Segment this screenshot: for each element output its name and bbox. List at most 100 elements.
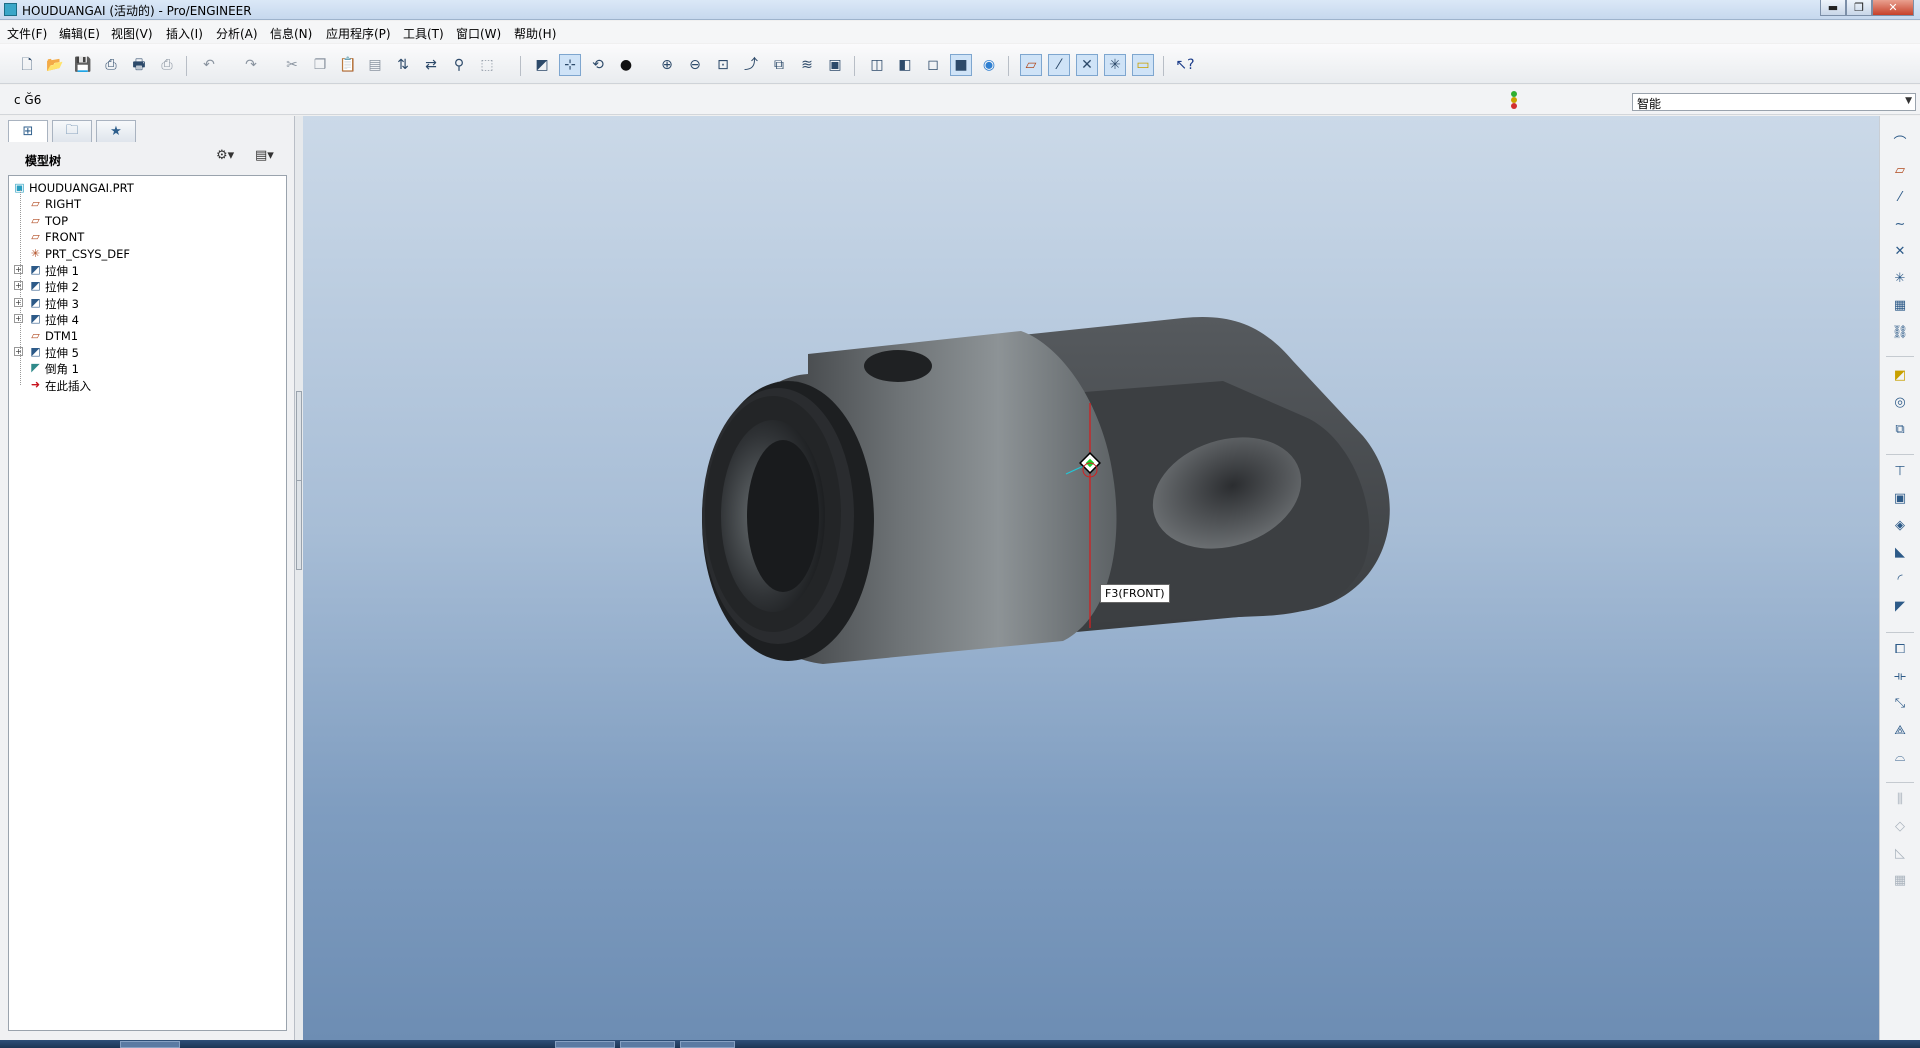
tree-item[interactable]: ▱ RIGHT <box>9 196 286 212</box>
menu-insert[interactable]: 插入(I) <box>166 25 203 42</box>
view-manager-icon[interactable]: ▣ <box>824 54 846 76</box>
splitter-grip[interactable] <box>296 480 302 570</box>
revolve-tool-icon[interactable]: ◎ <box>1890 393 1910 413</box>
expand-icon[interactable]: + <box>14 297 23 307</box>
expand-icon[interactable]: + <box>14 281 23 291</box>
datum-axis-tool-icon[interactable]: ⁄ <box>1890 188 1910 208</box>
zoom-in-icon[interactable]: ⊕ <box>656 54 678 76</box>
rib-tool-icon[interactable]: ◈ <box>1890 516 1910 536</box>
sketch-tool-icon[interactable]: ⌒ <box>1890 134 1910 154</box>
save-icon[interactable]: 💾 <box>72 54 94 76</box>
layers-icon[interactable]: ≋ <box>796 54 818 76</box>
tree-item[interactable]: ◤ 倒角 1 <box>9 360 286 376</box>
regen-manager-icon[interactable]: ⇄ <box>420 54 442 76</box>
print-setup-icon[interactable]: ⎙ <box>156 54 178 76</box>
shading-icon[interactable]: ■ <box>950 54 972 76</box>
maximize-button[interactable]: ❐ <box>1846 0 1872 16</box>
appearance-icon[interactable]: ● <box>615 54 637 76</box>
undo-icon[interactable]: ↶ <box>198 54 220 76</box>
tree-item[interactable]: + ◩ 拉伸 4 <box>9 311 286 327</box>
csys-display-icon[interactable]: ✳ <box>1104 54 1126 76</box>
wireframe-icon[interactable]: ◫ <box>866 54 888 76</box>
mirror-tool-icon[interactable]: ⟛ <box>1890 667 1910 687</box>
saved-views-icon[interactable]: ⧉ <box>768 54 790 76</box>
repaint-icon[interactable]: ◩ <box>531 54 553 76</box>
tree-item[interactable]: + ◩ 拉伸 5 <box>9 344 286 360</box>
paste-special-icon[interactable]: ▤ <box>364 54 386 76</box>
splitter-grip[interactable] <box>296 391 302 481</box>
thicken-icon[interactable]: ◺ <box>1890 844 1910 864</box>
tree-item[interactable]: ▱ DTM1 <box>9 328 286 344</box>
enhanced-realism-icon[interactable]: ◉ <box>978 54 1000 76</box>
round-tool-icon[interactable]: ◜ <box>1890 570 1910 590</box>
folder-browser-tab-icon[interactable]: 🗀 <box>52 120 92 142</box>
menu-help[interactable]: 帮助(H) <box>514 25 556 42</box>
datum-axis-display-icon[interactable]: ⁄ <box>1048 54 1070 76</box>
refit-icon[interactable]: ⊡ <box>712 54 734 76</box>
intersect-icon[interactable]: ⫼ <box>1890 790 1910 810</box>
pattern-tool-icon[interactable]: ⤡ <box>1890 694 1910 714</box>
datum-point-tool-icon[interactable]: ✕ <box>1890 242 1910 262</box>
copy-feature-icon[interactable]: ⧠ <box>1890 640 1910 660</box>
hole-tool-icon[interactable]: ⊤ <box>1890 462 1910 482</box>
tree-item[interactable]: ➜ 在此插入 <box>9 377 286 393</box>
minimize-button[interactable]: ▬ <box>1820 0 1846 16</box>
solidify-icon[interactable]: ▦ <box>1890 871 1910 891</box>
tree-settings-icon[interactable]: ⚙▾ <box>216 148 234 168</box>
spin-center-icon[interactable]: ⊹ <box>559 54 581 76</box>
find-icon[interactable]: ⚲ <box>448 54 470 76</box>
datum-curve-tool-icon[interactable]: ∼ <box>1890 215 1910 235</box>
regenerate-icon[interactable]: ⇅ <box>392 54 414 76</box>
taskbar-button[interactable] <box>620 1041 675 1048</box>
menu-applications[interactable]: 应用程序(P) <box>326 25 391 42</box>
menu-window[interactable]: 窗口(W) <box>456 25 501 42</box>
expand-icon[interactable]: + <box>14 265 23 274</box>
open-icon[interactable]: 📂 <box>44 54 66 76</box>
model-viewport[interactable] <box>303 116 1879 1040</box>
model-tree-tab-icon[interactable]: ⊞ <box>8 120 48 142</box>
reorient-icon[interactable]: ⤴ <box>740 54 762 76</box>
tree-item[interactable]: + ◩ 拉伸 1 <box>9 262 286 278</box>
copy-icon[interactable]: ❐ <box>309 54 331 76</box>
hidden-line-icon[interactable]: ◧ <box>894 54 916 76</box>
tree-item[interactable]: ▣ HOUDUANGAI.PRT <box>9 180 286 196</box>
tree-item[interactable]: ✳ PRT_CSYS_DEF <box>9 246 286 262</box>
tree-item[interactable]: ▱ TOP <box>9 213 286 229</box>
tree-show-icon[interactable]: ▤▾ <box>255 148 274 168</box>
analysis-tool-icon[interactable]: ▦ <box>1890 296 1910 316</box>
datum-point-display-icon[interactable]: ✕ <box>1076 54 1098 76</box>
print-preview-icon[interactable]: 🖶 <box>128 54 150 76</box>
tree-item[interactable]: ▱ FRONT <box>9 229 286 245</box>
paste-icon[interactable]: 📋 <box>337 54 359 76</box>
tree-item[interactable]: + ◩ 拉伸 2 <box>9 278 286 294</box>
offset-icon[interactable]: ◇ <box>1890 817 1910 837</box>
panel-splitter[interactable] <box>295 116 303 1040</box>
favorites-tab-icon[interactable]: ★ <box>96 120 136 142</box>
datum-plane-tool-icon[interactable]: ▱ <box>1890 161 1910 181</box>
expand-icon[interactable]: + <box>14 347 23 356</box>
redo-icon[interactable]: ↷ <box>240 54 262 76</box>
menu-info[interactable]: 信息(N) <box>270 25 312 42</box>
chamfer-tool-icon[interactable]: ◤ <box>1890 597 1910 617</box>
orient-mode-icon[interactable]: ⟲ <box>587 54 609 76</box>
select-box-icon[interactable]: ⬚ <box>476 54 498 76</box>
menu-edit[interactable]: 编辑(E) <box>59 25 100 42</box>
menu-analysis[interactable]: 分析(A) <box>216 25 258 42</box>
context-help-icon[interactable]: ↖? <box>1174 54 1196 76</box>
variable-sweep-icon[interactable]: ⧉ <box>1890 420 1910 440</box>
menu-tools[interactable]: 工具(T) <box>403 25 444 42</box>
merge-tool-icon[interactable]: ⟁ <box>1890 721 1910 741</box>
taskbar-button[interactable] <box>120 1041 180 1048</box>
zoom-out-icon[interactable]: ⊖ <box>684 54 706 76</box>
draft-tool-icon[interactable]: ◣ <box>1890 543 1910 563</box>
csys-tool-icon[interactable]: ✳ <box>1890 269 1910 289</box>
menu-file[interactable]: 文件(F) <box>7 25 47 42</box>
taskbar-button[interactable] <box>680 1041 735 1048</box>
expand-icon[interactable]: + <box>14 314 23 324</box>
menu-view[interactable]: 视图(V) <box>111 25 153 42</box>
tree-item[interactable]: + ◩ 拉伸 3 <box>9 295 286 311</box>
close-button[interactable]: ✕ <box>1872 0 1914 16</box>
extrude-tool-icon[interactable]: ◩ <box>1890 366 1910 386</box>
print-icon[interactable]: ⎙ <box>100 54 122 76</box>
datum-plane-display-icon[interactable]: ▱ <box>1020 54 1042 76</box>
